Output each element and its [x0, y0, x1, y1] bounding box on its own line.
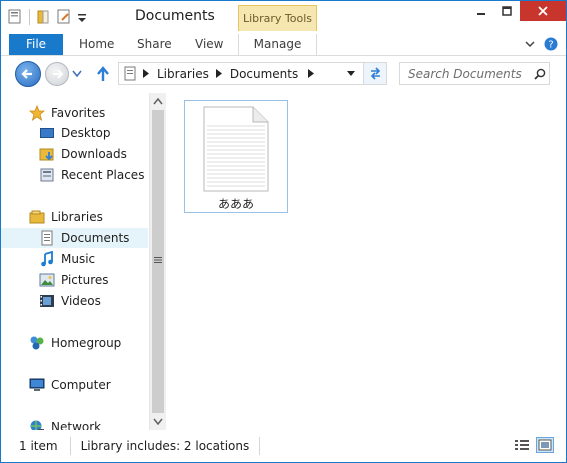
breadcrumb-chevron-icon[interactable]: [308, 69, 315, 78]
status-bar: 1 item Library includes: 2 locations: [1, 430, 566, 462]
expand-ribbon-icon[interactable]: [524, 38, 536, 50]
star-icon: [29, 105, 45, 121]
documents-library-icon: [41, 230, 53, 246]
maximize-button[interactable]: [494, 1, 520, 21]
window-controls: [468, 1, 566, 21]
libraries-icon: [29, 210, 45, 224]
tab-manage[interactable]: Manage: [238, 34, 317, 55]
recent-places-icon: [40, 168, 54, 182]
breadcrumb-chevron-icon[interactable]: [215, 69, 222, 78]
back-arrow-icon: [21, 69, 32, 79]
address-bar[interactable]: Libraries Documents: [118, 62, 364, 85]
nav-item-pictures[interactable]: Pictures: [1, 270, 148, 290]
downloads-folder-icon: [39, 148, 54, 161]
nav-item-computer[interactable]: Computer: [1, 375, 148, 395]
back-button[interactable]: [15, 61, 41, 87]
tab-home[interactable]: Home: [79, 34, 114, 55]
file-item[interactable]: あああ: [184, 100, 288, 213]
nav-label: Computer: [51, 378, 111, 392]
nav-label: Downloads: [61, 147, 127, 161]
ribbon-tab-row: File Home Share View Manage ?: [1, 34, 566, 56]
breadcrumb-chevron-icon[interactable]: [143, 69, 149, 78]
nav-label: Desktop: [61, 126, 111, 140]
nav-label: Documents: [61, 231, 130, 245]
minimize-button[interactable]: [468, 1, 494, 21]
navigation-bar: Libraries Documents: [1, 56, 566, 93]
status-divider: [69, 437, 71, 455]
new-folder-icon[interactable]: [56, 8, 72, 25]
scroll-up-icon[interactable]: [153, 98, 163, 105]
scroll-down-icon[interactable]: [153, 418, 163, 425]
large-icons-view-icon: [538, 439, 552, 451]
close-icon: [538, 6, 548, 16]
nav-label: Music: [61, 252, 96, 266]
quick-access-toolbar: [7, 8, 96, 25]
customize-toolbar-icon[interactable]: [76, 8, 92, 25]
breadcrumb-libraries[interactable]: Libraries: [157, 67, 209, 81]
nav-pane-scrollbar[interactable]: [149, 93, 166, 430]
nav-label: Recent Places: [61, 168, 145, 182]
system-menu-icon[interactable]: [7, 8, 23, 25]
nav-item-desktop[interactable]: Desktop: [1, 123, 148, 143]
tab-file[interactable]: File: [9, 34, 63, 55]
ribbon-right-controls: ?: [524, 37, 558, 51]
help-icon[interactable]: ?: [544, 37, 558, 51]
nav-label: Videos: [61, 294, 101, 308]
pictures-icon: [39, 273, 55, 287]
properties-icon[interactable]: [36, 8, 52, 25]
close-button[interactable]: [520, 1, 566, 21]
details-view-icon: [515, 440, 529, 450]
nav-label: Libraries: [51, 210, 103, 224]
forward-arrow-icon: [53, 69, 64, 79]
breadcrumb-documents[interactable]: Documents: [230, 67, 298, 81]
nav-item-recent-places[interactable]: Recent Places: [1, 165, 148, 185]
nav-label: Pictures: [61, 273, 109, 287]
nav-item-homegroup[interactable]: Homegroup: [1, 333, 148, 353]
details-view-button[interactable]: [513, 437, 531, 453]
desktop-icon: [40, 128, 54, 138]
nav-label: Favorites: [51, 106, 106, 120]
minimize-icon: [477, 13, 485, 15]
recent-locations-icon[interactable]: [72, 70, 82, 78]
search-input[interactable]: [408, 66, 530, 81]
library-locations[interactable]: Library includes: 2 locations: [81, 439, 250, 453]
nav-item-videos[interactable]: Videos: [1, 291, 148, 311]
nav-item-documents[interactable]: Documents: [1, 228, 148, 248]
homegroup-icon: [30, 336, 44, 350]
toolbar-divider: [29, 8, 30, 25]
status-divider: [259, 437, 261, 455]
tab-share[interactable]: Share: [137, 34, 172, 55]
search-icon[interactable]: [534, 68, 546, 80]
nav-item-downloads[interactable]: Downloads: [1, 144, 148, 164]
search-box[interactable]: [399, 62, 550, 85]
file-name: あああ: [217, 197, 254, 211]
nav-item-favorites[interactable]: Favorites: [1, 103, 148, 123]
computer-icon: [29, 378, 45, 391]
large-icons-view-button[interactable]: [536, 437, 554, 453]
navigation-pane: Favorites Desktop Downloads Recent Place…: [1, 93, 149, 434]
file-list-view: あああ: [167, 93, 566, 430]
scrollbar-thumb[interactable]: [152, 110, 164, 413]
svg-text:?: ?: [548, 40, 553, 51]
forward-button[interactable]: [45, 62, 69, 86]
grip-icon: [154, 257, 162, 263]
address-dropdown-icon[interactable]: [347, 71, 355, 76]
item-count: 1 item: [19, 439, 58, 453]
nav-item-music[interactable]: Music: [1, 249, 148, 269]
text-document-icon: [203, 106, 269, 192]
window-title: Documents: [135, 8, 215, 24]
videos-icon: [40, 295, 54, 307]
music-icon: [41, 251, 53, 267]
tab-view[interactable]: View: [195, 34, 223, 55]
explorer-window: Documents Library Tools File Home Share …: [0, 0, 567, 463]
maximize-icon: [502, 6, 512, 16]
refresh-button[interactable]: [363, 62, 387, 85]
library-location-icon: [124, 66, 136, 81]
up-arrow-icon[interactable]: [96, 66, 110, 82]
nav-item-libraries[interactable]: Libraries: [1, 207, 148, 227]
library-tools-context-tab: Library Tools: [238, 5, 317, 31]
title-bar: Documents Library Tools: [1, 1, 566, 34]
nav-label: Homegroup: [51, 336, 122, 350]
refresh-icon: [370, 67, 381, 80]
